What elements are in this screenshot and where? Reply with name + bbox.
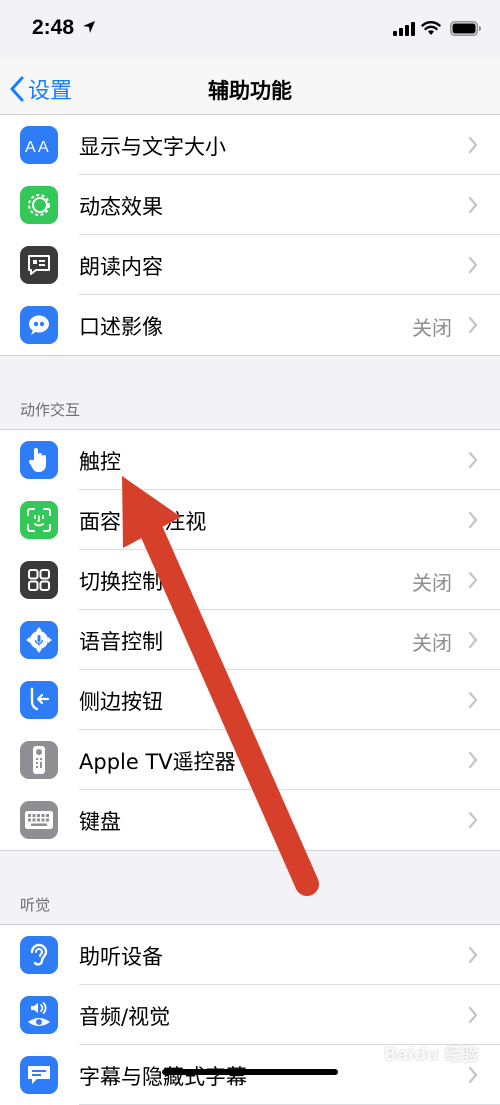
face-id-icon [20, 501, 58, 539]
touch-hand-icon [20, 441, 58, 479]
audio-visual-icon [20, 996, 58, 1034]
vision-group: A A 显示与文字大小 动态效果朗读内容口述影像 关闭 [0, 114, 500, 356]
list-row-tv-remote[interactable]: Apple TV遥控器 [0, 730, 500, 790]
page-title: 辅助功能 [208, 79, 292, 103]
list-row-spoken-content[interactable]: 朗读内容 [0, 235, 500, 295]
list-row-side-button[interactable]: 侧边按钮 [0, 670, 500, 730]
status-time: 2:48 [32, 16, 75, 39]
list-row-text-size[interactable]: A A 显示与文字大小 [0, 115, 500, 175]
spoken-content-icon [20, 246, 58, 284]
row-label: 显示与文字大小 [79, 135, 226, 159]
section-header-hearing: 听觉 [20, 896, 51, 914]
location-arrow-icon [83, 21, 95, 33]
svg-text:A: A [38, 139, 49, 155]
chevron-right-icon [468, 136, 478, 154]
chevron-right-icon [468, 571, 478, 589]
watermark-text: Baidu 经验 [384, 1045, 479, 1065]
text-size-icon: AA [20, 126, 58, 164]
chevron-right-icon [468, 316, 478, 334]
side-button-icon [20, 681, 58, 719]
row-label: 朗读内容 [79, 255, 163, 279]
voice-control-icon [20, 621, 58, 659]
chevron-right-icon [468, 1066, 478, 1084]
chevron-right-icon [468, 946, 478, 964]
keyboard-icon [20, 801, 58, 839]
subtitles-icon [20, 1056, 58, 1094]
row-value: 关闭 [412, 316, 452, 340]
list-row-audio-visual[interactable]: 音频/视觉 [0, 985, 500, 1045]
battery-icon [450, 21, 481, 36]
row-label: 侧边按钮 [79, 690, 163, 714]
list-row-voice-control[interactable]: 语音控制 关闭 [0, 610, 500, 670]
navigation-bar: 设置 辅助功能 [0, 60, 500, 118]
row-label: 触控 [79, 450, 121, 474]
switch-control-icon [20, 561, 58, 599]
list-row-motion[interactable]: 动态效果 [0, 175, 500, 235]
row-label: 键盘 [79, 810, 121, 834]
chevron-right-icon [468, 1006, 478, 1024]
row-label: 助听设备 [79, 945, 163, 969]
tv-remote-icon [20, 741, 58, 779]
row-value: 关闭 [412, 571, 452, 595]
motion-icon [20, 186, 58, 224]
chevron-right-icon [468, 451, 478, 469]
row-label: 切换控制 [79, 570, 163, 594]
status-bar: 2:48 [0, 0, 500, 60]
chevron-right-icon [468, 511, 478, 529]
row-value: 关闭 [412, 631, 452, 655]
chevron-right-icon [468, 811, 478, 829]
audio-description-icon [20, 306, 58, 344]
section-header-interaction: 动作交互 [20, 401, 81, 419]
chevron-right-icon [468, 631, 478, 649]
wifi-icon [421, 21, 441, 35]
row-label: 字幕与隐藏式字幕 [79, 1065, 247, 1089]
chevron-right-icon [468, 196, 478, 214]
row-label: 动态效果 [79, 195, 163, 219]
home-indicator [162, 1069, 338, 1075]
list-row-keyboard[interactable]: 键盘 [0, 790, 500, 850]
row-label: Apple TV遥控器 [79, 750, 236, 774]
hearing-group: 助听设备音频/视觉字幕与隐藏式字幕 [0, 924, 500, 1105]
list-row-audio-description[interactable]: 口述影像 关闭 [0, 295, 500, 355]
row-label: 音频/视觉 [79, 1005, 171, 1029]
row-label: 语音控制 [79, 630, 163, 654]
row-label: 口述影像 [79, 315, 163, 339]
interaction-group: 触控 面容ID与注视 切换控制 关闭 语音控制 关闭 侧边按钮 Apple TV遥控器 键盘 [0, 429, 500, 851]
list-row-touch-hand[interactable]: 触控 [0, 430, 500, 490]
list-row-hearing-device[interactable]: 助听设备 [0, 925, 500, 985]
chevron-right-icon [468, 691, 478, 709]
list-row-face-id[interactable]: 面容ID与注视 [0, 490, 500, 550]
row-label: 面容ID与注视 [79, 510, 207, 534]
chevron-right-icon [468, 256, 478, 274]
chevron-right-icon [468, 751, 478, 769]
cellular-signal-icon [393, 22, 415, 36]
svg-text:A: A [25, 139, 36, 155]
hearing-device-icon [20, 936, 58, 974]
list-row-switch-control[interactable]: 切换控制 关闭 [0, 550, 500, 610]
